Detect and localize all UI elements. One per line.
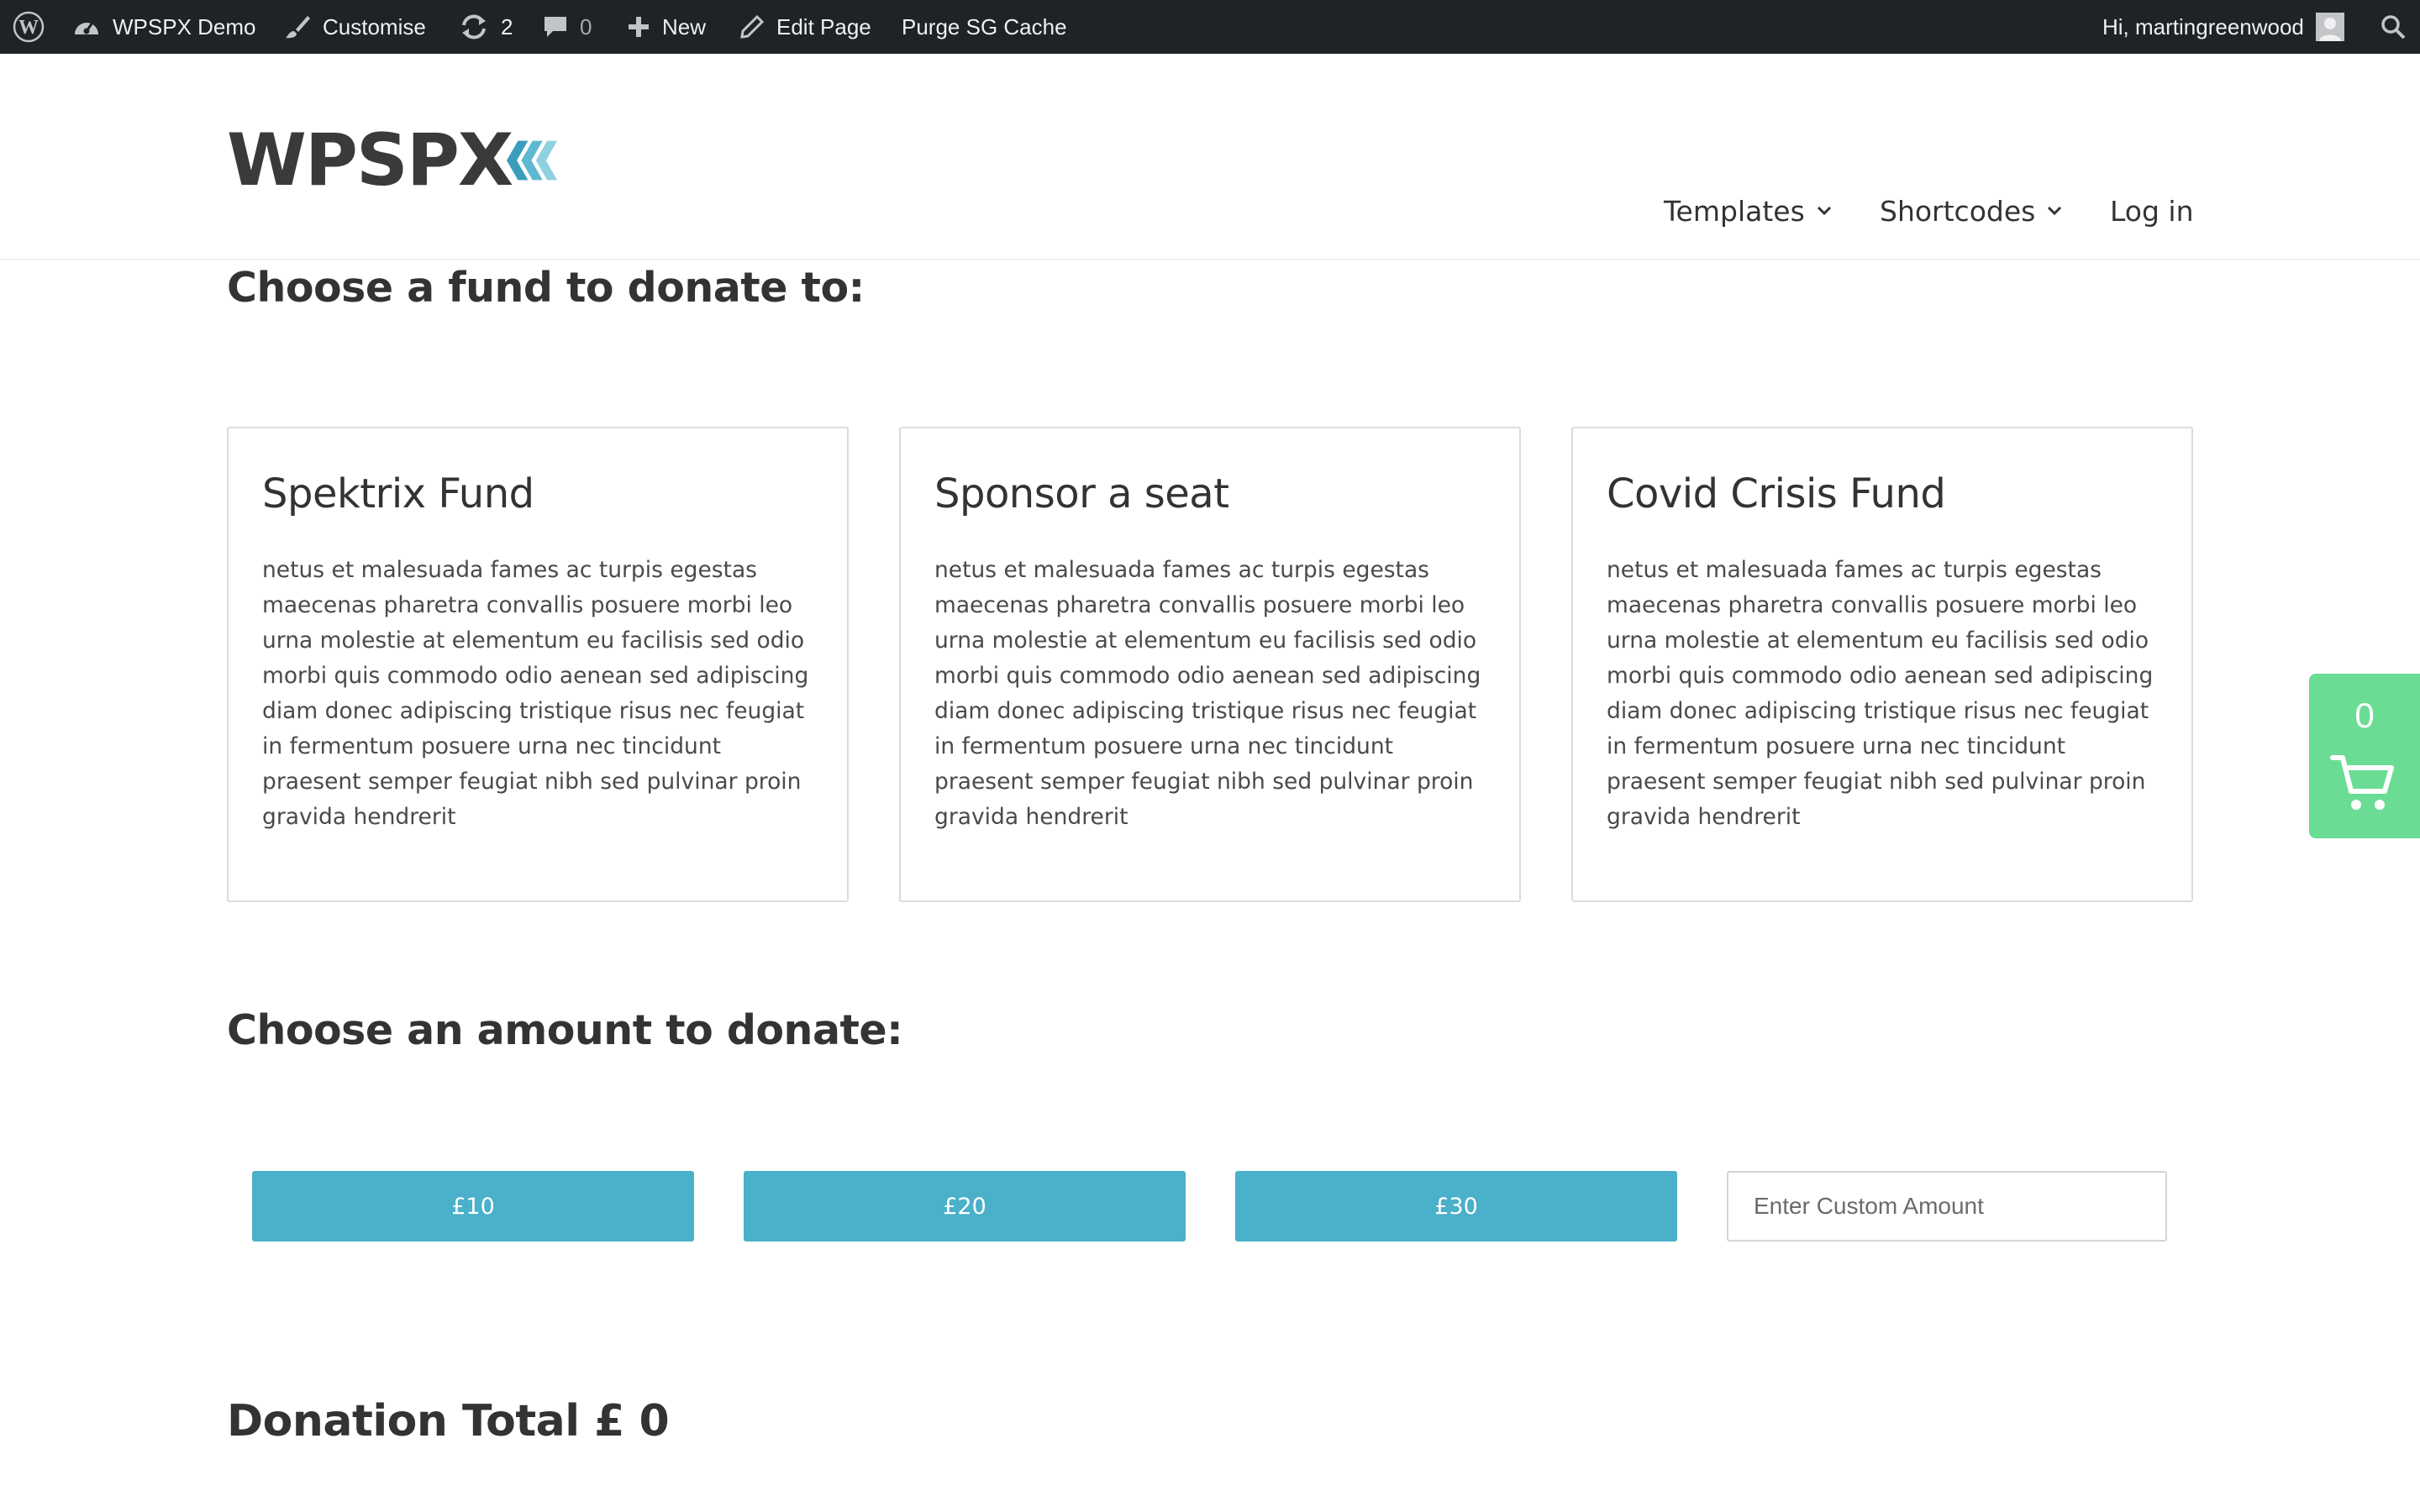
site-logo[interactable]: WPSPX [227,118,563,202]
nav-login[interactable]: Log in [2110,180,2194,242]
fund-card-description: netus et malesuada fames ac turpis egest… [1607,557,2154,830]
nav-shortcodes[interactable]: Shortcodes [1880,180,2062,242]
purge-cache-link[interactable]: Purge SG Cache [902,0,1067,54]
chevron-down-icon [2048,206,2062,216]
comments-count: 0 [580,13,592,39]
svg-text:W: W [18,17,39,39]
greeting-label: Hi, martingreenwood [2102,13,2304,39]
edit-page-label: Edit Page [776,13,871,39]
comments-link[interactable]: 0 [543,0,592,54]
site-name-label: WPSPX Demo [113,13,256,39]
amount-section-title: Choose an amount to donate: [227,1006,903,1054]
admin-bar: W WPSPX Demo Customise 2 0 New Edit Page… [0,0,2420,54]
amount-30-button[interactable]: £30 [1235,1171,1677,1242]
fund-section-title: Choose a fund to donate to: [227,264,865,312]
paintbrush-icon [286,16,310,39]
customise-label: Customise [323,13,426,39]
edit-page-link[interactable]: Edit Page [739,0,871,54]
nav-templates[interactable]: Templates [1664,180,1832,242]
fund-card-title: Sponsor a seat [934,470,1229,517]
nav-shortcodes-label: Shortcodes [1880,194,2036,228]
my-account-link[interactable]: Hi, martingreenwood [2102,0,2344,54]
pencil-icon [740,14,765,39]
admin-search-icon[interactable] [2380,0,2407,54]
updates-link[interactable]: 2 [459,0,513,54]
default-avatar-icon [2318,18,2341,41]
logo-text: WPSPX [227,118,513,202]
customise-link[interactable]: Customise [284,0,426,54]
site-name-link[interactable]: WPSPX Demo [72,0,256,54]
updates-refresh-icon [462,14,486,39]
purge-cache-label: Purge SG Cache [902,13,1067,39]
fund-card-title: Spektrix Fund [262,470,534,517]
fund-card-description: netus et malesuada fames ac turpis egest… [934,557,1481,830]
fund-card-description: netus et malesuada fames ac turpis egest… [262,557,809,830]
nav-login-label: Log in [2110,194,2194,228]
dashboard-gauge-icon [75,22,98,34]
updates-count: 2 [501,13,513,39]
new-label: New [662,13,707,39]
fund-card-title: Covid Crisis Fund [1607,470,1946,517]
logo-chevrons-icon [507,140,558,181]
amount-10-button[interactable]: £10 [252,1171,694,1242]
donation-total: Donation Total £ 0 [227,1396,670,1446]
custom-amount-input[interactable] [1727,1171,2167,1242]
fund-card-covid-crisis[interactable]: Covid Crisis Fund netus et malesuada fam… [1571,427,2193,902]
chevron-down-icon [1817,206,1831,216]
avatar [2315,13,2344,41]
wordpress-logo-icon[interactable]: W [12,0,45,54]
nav-templates-label: Templates [1664,194,1805,228]
fund-card-spektrix[interactable]: Spektrix Fund netus et malesuada fames a… [227,427,849,902]
cart-icon [2330,755,2394,810]
amount-20-button[interactable]: £20 [744,1171,1186,1242]
floating-cart-button[interactable]: 0 [2309,674,2420,838]
plus-icon [629,17,649,37]
new-content-link[interactable]: New [627,0,706,54]
fund-card-sponsor-seat[interactable]: Sponsor a seat netus et malesuada fames … [899,427,1521,902]
site-header: WPSPX Templates Shortcodes Log in [0,54,2420,260]
cart-count: 0 [2354,696,2375,735]
comment-bubble-icon [544,17,566,37]
